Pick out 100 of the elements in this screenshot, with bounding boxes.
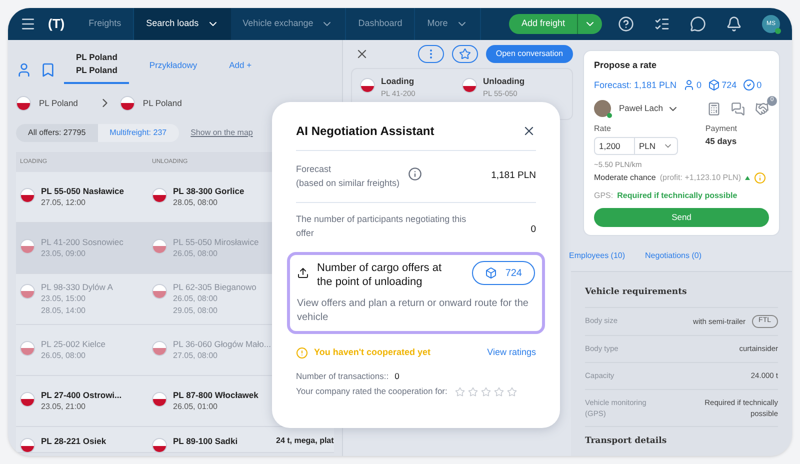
date-text: 23.05, 15:00 <box>41 293 86 306</box>
more-button[interactable] <box>418 45 444 63</box>
view-ratings-link[interactable]: View ratings <box>487 346 536 360</box>
section-title: Vehicle requirements <box>585 286 778 308</box>
rate-input[interactable]: 1,200 <box>594 137 635 155</box>
field-label: Payment <box>705 123 737 135</box>
forecast-text: Forecast: 1,181 PLN <box>594 78 677 92</box>
rating-star <box>468 386 478 397</box>
place-name: PL 25-002 Kielce <box>41 338 106 350</box>
menu-icon[interactable] <box>20 16 36 32</box>
currency-select[interactable]: PLN <box>635 137 678 155</box>
date-text: 28.05, 08:00 <box>173 197 218 210</box>
flag-icon <box>20 392 35 407</box>
offer-filter[interactable]: All offers: 27795 <box>16 124 98 142</box>
date-text: 26.05, 08:00 <box>173 248 218 260</box>
offers-count-button[interactable]: 724 <box>472 261 535 285</box>
place-name: PL 98-330 Dylów A <box>41 280 113 294</box>
gps-value: Required if technically possible <box>617 190 738 202</box>
profit-text: (profit: +1,123.10 PLN) <box>660 172 741 184</box>
date-text: 27.05, 12:00 <box>41 197 86 210</box>
participants-value: 0 <box>530 223 536 238</box>
detail-tab[interactable]: Employees (10) <box>569 250 626 262</box>
place-name: PL 41-200 Sosnowiec <box>41 236 124 248</box>
detail-tab[interactable]: Negotiations (0) <box>645 250 702 262</box>
cube-icon <box>485 267 498 279</box>
gps-label: GPS: <box>594 190 614 202</box>
user-icon[interactable] <box>16 62 32 78</box>
rating-star <box>507 386 518 397</box>
field-label: Rate <box>594 123 612 135</box>
check-icon <box>742 79 755 92</box>
send-button[interactable]: Send <box>594 208 769 228</box>
flag-icon <box>152 392 167 407</box>
add-freight-button[interactable]: Add freight <box>509 14 602 34</box>
place-name: PL 36-060 Głogów Mało... <box>173 338 271 350</box>
open-conversation-button[interactable]: Open conversation <box>486 45 573 63</box>
close-icon[interactable] <box>522 124 536 138</box>
person-name[interactable]: Paweł Lach <box>619 102 663 115</box>
close-icon[interactable] <box>355 47 369 61</box>
checklist-icon[interactable] <box>654 16 670 32</box>
calculator-icon[interactable] <box>707 102 721 116</box>
flag-icon <box>20 188 35 203</box>
transactions-value: 0 <box>394 370 400 382</box>
flag-icon <box>152 284 167 299</box>
flag-icon <box>20 238 35 254</box>
chance-text: Moderate chance <box>594 172 656 184</box>
accepted-count: 0 <box>756 78 762 92</box>
cargo-text: 24 t, mega, plat <box>276 435 334 447</box>
cargo-offers-panel[interactable]: Number of cargo offers at the point of unloading 724 View offers and plan a return or onward route for the vehicle <box>287 252 545 334</box>
place-name: PL 38-300 Gorlice <box>173 184 244 198</box>
flag-icon <box>360 78 375 93</box>
nav-tab[interactable]: Search loads <box>134 8 231 40</box>
chat-icon[interactable] <box>690 16 706 32</box>
section-title: Transport details <box>585 435 668 448</box>
search-tab[interactable]: Przykładowy <box>137 50 210 84</box>
date-text: 23.05, 21:00 <box>41 401 86 414</box>
place-name: PL 89-100 Sadki <box>173 435 238 448</box>
search-tab[interactable]: PL Poland PL Poland <box>64 50 130 84</box>
stop-label: Loading <box>381 75 416 88</box>
rating-star <box>455 386 466 397</box>
date-text: 27.05, 08:00 <box>173 350 218 362</box>
help-icon[interactable] <box>618 16 634 32</box>
flag-icon <box>20 438 35 453</box>
logo[interactable]: (T) <box>48 14 65 34</box>
participants-count: 0 <box>696 78 702 92</box>
flag-icon <box>16 96 31 110</box>
rating-star <box>494 386 504 397</box>
dialog-title: AI Negotiation Assistant <box>296 123 434 140</box>
up-triangle-icon <box>744 176 750 180</box>
cube-icon <box>708 79 720 92</box>
date-text: 26.05, 08:00 <box>173 293 218 306</box>
person-icon <box>682 79 695 92</box>
offer-row[interactable]: PL 28-221 Osiek PL 89-100 Sadki 24 t, mega, plat <box>16 427 334 453</box>
forecast-value: 1,181 PLN <box>491 169 536 184</box>
flag-icon <box>120 96 135 110</box>
date-text: 26.05, 01:00 <box>173 401 218 414</box>
route-to[interactable]: PL Poland <box>142 96 182 110</box>
messages-icon[interactable] <box>731 102 745 116</box>
flag-icon <box>20 340 35 356</box>
flag-icon <box>462 78 477 93</box>
map-link[interactable]: Show on the map <box>190 127 253 139</box>
favorite-button[interactable] <box>452 45 478 63</box>
search-tab[interactable]: Add + <box>217 50 280 84</box>
flag-icon <box>20 284 35 299</box>
route-from[interactable]: PL Poland <box>39 96 78 110</box>
star-icon <box>458 48 471 60</box>
place-name: PL 87-800 Włocławek <box>173 388 258 402</box>
handshake-icon[interactable] <box>755 102 769 116</box>
info-icon[interactable] <box>408 167 422 181</box>
warning-icon <box>296 346 308 359</box>
upload-icon <box>297 267 309 279</box>
notifications-icon[interactable] <box>726 16 742 32</box>
rating-star <box>481 386 492 397</box>
offer-filter[interactable]: Multifreight: 237 <box>98 124 179 142</box>
payment-value: 45 days <box>705 135 737 148</box>
date-text: 23.05, 09:00 <box>41 248 86 260</box>
card-title: Propose a rate <box>594 59 658 72</box>
date-text: 28.05, 14:00 <box>41 305 86 318</box>
offers-count: 724 <box>722 78 737 92</box>
avatar-placeholder <box>594 100 611 117</box>
bookmark-icon[interactable] <box>40 62 56 78</box>
